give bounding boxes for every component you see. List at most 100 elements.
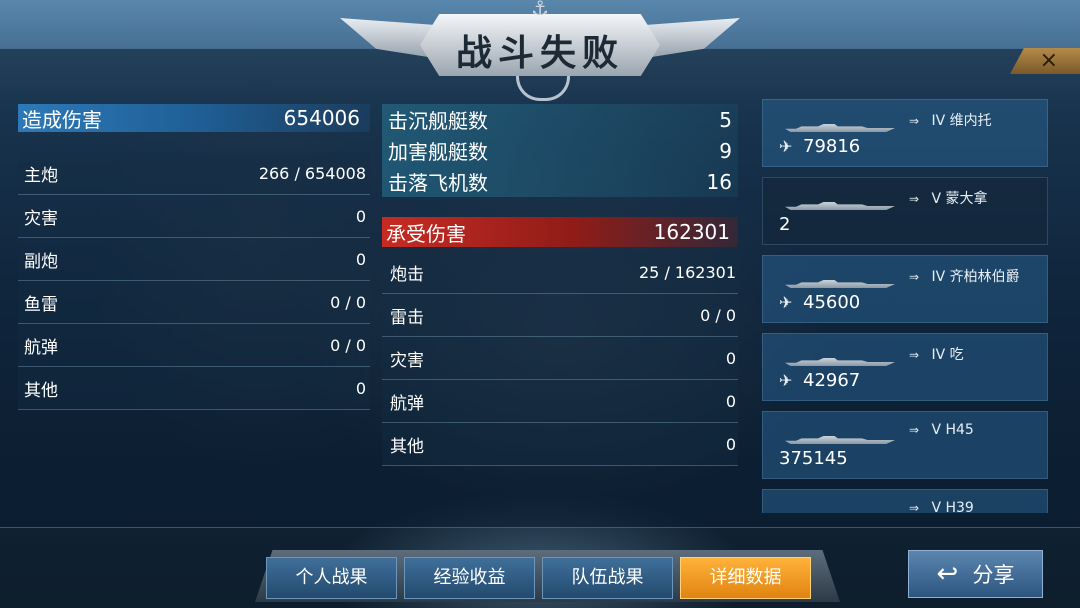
tab-detailed-data[interactable]: 详细数据 xyxy=(680,557,811,599)
plane-icon: ✈ xyxy=(779,371,793,390)
ship-value: ✈ 79816 xyxy=(779,136,860,157)
row-value: 0 / 0 xyxy=(330,292,366,312)
ship-tier: ⇒ V 蒙大拿 xyxy=(909,188,987,208)
anchor-bottom-icon xyxy=(516,76,570,101)
row-value: 0 xyxy=(725,391,736,411)
row-value: 0 / 0 xyxy=(330,335,366,355)
stat-value: 16 xyxy=(706,169,732,194)
row-value: 0 xyxy=(725,434,736,454)
arrow-icon: ⇒ xyxy=(909,348,920,362)
damage-row-bomb: 航弹 0 / 0 xyxy=(18,324,370,367)
arrow-icon: ⇒ xyxy=(909,423,920,437)
row-label: 鱼雷 xyxy=(24,294,58,315)
ship-card[interactable]: ⇒ IV 吃 ✈ 42967 xyxy=(762,333,1048,401)
taken-row-disaster: 灾害 0 xyxy=(382,337,738,380)
ship-tier: ⇒ IV 齐柏林伯爵 xyxy=(909,266,1020,286)
stat-label: 加害舰艇数 xyxy=(388,140,488,164)
ship-name: 吃 xyxy=(949,347,964,363)
damage-row-torpedo: 鱼雷 0 / 0 xyxy=(18,281,370,324)
arrow-icon: ⇒ xyxy=(909,192,920,206)
ship-silhouette-icon xyxy=(785,436,895,444)
row-value: 0 / 0 xyxy=(700,305,736,325)
ship-silhouette-icon xyxy=(785,124,895,132)
taken-row-bomb: 航弹 0 xyxy=(382,380,738,423)
taken-row-other: 其他 0 xyxy=(382,423,738,466)
row-label: 雷击 xyxy=(390,307,424,328)
tier-label: IV xyxy=(931,269,946,285)
ship-value: 375145 xyxy=(779,448,848,469)
close-icon: × xyxy=(1039,48,1058,73)
tier-label: IV xyxy=(931,347,946,363)
damage-dealt-label: 造成伤害 xyxy=(22,107,102,132)
row-label: 灾害 xyxy=(24,208,58,229)
tier-label: V xyxy=(931,191,942,207)
ship-list[interactable]: ⇒ IV 维内托 ✈ 79816 ⇒ V 蒙大拿 2 ⇒ IV 齐柏林伯爵 ✈ 45… xyxy=(762,99,1048,513)
share-back-arrow-icon: ↩ xyxy=(936,559,959,589)
ship-value: 2 xyxy=(779,214,790,235)
ship-name: 齐柏林伯爵 xyxy=(949,269,1020,285)
row-value: 25 / 162301 xyxy=(639,262,736,282)
damage-taken-header: 承受伤害 162301 xyxy=(382,217,738,247)
damage-row-main-gun: 主炮 266 / 654008 xyxy=(18,152,370,195)
ship-card[interactable]: ⇒ V H45 375145 xyxy=(762,411,1048,479)
ship-tier: ⇒ IV 维内托 xyxy=(909,110,992,130)
row-label: 其他 xyxy=(24,380,58,401)
stat-value: 5 xyxy=(719,107,732,132)
ship-name: 蒙大拿 xyxy=(945,191,988,207)
stat-label: 击落飞机数 xyxy=(388,171,488,195)
share-label: 分享 xyxy=(972,563,1015,587)
kills-row-sunk: 击沉舰艇数 5 xyxy=(382,104,738,135)
ship-silhouette-icon xyxy=(785,280,895,288)
row-label: 航弹 xyxy=(390,393,424,414)
stat-label: 击沉舰艇数 xyxy=(388,109,488,133)
ship-card[interactable]: ⇒ IV 齐柏林伯爵 ✈ 45600 xyxy=(762,255,1048,323)
damage-row-secondary-gun: 副炮 0 xyxy=(18,238,370,281)
row-label: 航弹 xyxy=(24,337,58,358)
arrow-icon: ⇒ xyxy=(909,114,920,128)
combat-stats-section: 击沉舰艇数 5 加害舰艇数 9 击落飞机数 16 承受伤害 162301 炮击 … xyxy=(382,104,738,466)
row-value: 266 / 654008 xyxy=(258,163,366,183)
damage-row-disaster: 灾害 0 xyxy=(18,195,370,238)
value-text: 42967 xyxy=(803,370,861,391)
damage-taken-label: 承受伤害 xyxy=(386,221,466,246)
damage-row-other: 其他 0 xyxy=(18,367,370,410)
damage-dealt-value: 654006 xyxy=(283,106,360,130)
value-text: 45600 xyxy=(803,292,861,313)
value-text: 2 xyxy=(779,214,791,235)
ship-silhouette-icon xyxy=(785,358,895,366)
row-label: 主炮 xyxy=(24,165,58,186)
value-text: 79816 xyxy=(803,136,861,157)
row-label: 其他 xyxy=(390,436,424,457)
kills-row-damaged: 加害舰艇数 9 xyxy=(382,135,738,166)
ship-card[interactable]: ⇒ IV 维内托 ✈ 79816 xyxy=(762,99,1048,167)
row-label: 灾害 xyxy=(390,350,424,371)
share-button[interactable]: ↩ 分享 xyxy=(908,550,1043,598)
row-value: 0 xyxy=(355,206,366,226)
ship-silhouette-icon xyxy=(785,202,895,210)
tab-exp-gains[interactable]: 经验收益 xyxy=(404,557,535,599)
page-title: 战斗失败 xyxy=(455,33,624,74)
ship-card[interactable]: ⇒ V 蒙大拿 2 xyxy=(762,177,1048,245)
value-text: 375145 xyxy=(779,448,848,469)
tab-personal-results[interactable]: 个人战果 xyxy=(266,557,397,599)
arrow-icon: ⇒ xyxy=(909,270,920,284)
ship-tier: ⇒ V H39 xyxy=(909,500,974,513)
ship-name: H39 xyxy=(945,500,974,513)
ship-tier: ⇒ IV 吃 xyxy=(909,344,964,364)
row-value: 0 xyxy=(355,378,366,398)
row-label: 炮击 xyxy=(390,264,424,285)
ship-card[interactable]: ⇒ V H39 xyxy=(762,489,1048,513)
damage-taken-value: 162301 xyxy=(653,220,730,244)
ship-value: ✈ 45600 xyxy=(779,292,860,313)
tier-label: V xyxy=(931,500,942,513)
tier-label: IV xyxy=(931,113,946,129)
tab-team-results[interactable]: 队伍战果 xyxy=(542,557,673,599)
ship-value: ✈ 42967 xyxy=(779,370,860,391)
row-value: 0 xyxy=(355,249,366,269)
arrow-icon: ⇒ xyxy=(909,501,920,513)
row-label: 副炮 xyxy=(24,251,58,272)
plane-icon: ✈ xyxy=(779,137,793,156)
taken-row-shell: 炮击 25 / 162301 xyxy=(382,251,738,294)
stat-value: 9 xyxy=(719,138,732,163)
ship-name: H45 xyxy=(945,422,974,438)
